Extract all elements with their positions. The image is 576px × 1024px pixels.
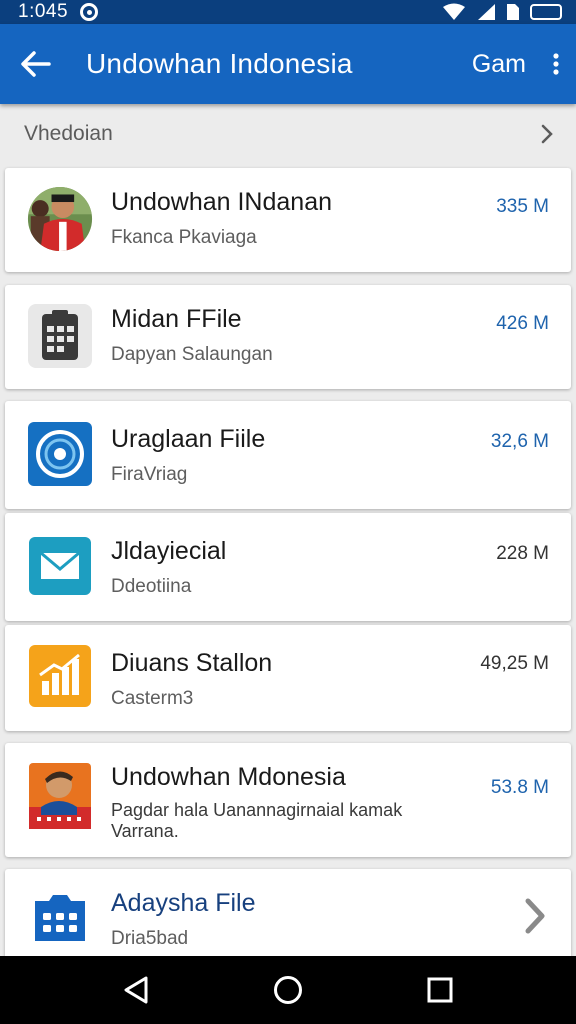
status-left: 1:045: [18, 1, 99, 23]
app-bar: Undowhan Indonesia Gam: [0, 24, 576, 104]
more-options-button[interactable]: [536, 24, 576, 104]
list-item-title: Undowhan Mdonesia: [111, 763, 346, 791]
list-item-text: Diuans Stallon Casterm3: [111, 649, 461, 710]
list-item[interactable]: Midan FFile Dapyan Salaungan 426 M: [5, 285, 571, 389]
file-size: 426 M: [496, 313, 549, 334]
list-item-text: Jldayiecial Ddeotiina: [111, 537, 461, 598]
page-title: Undowhan Indonesia: [86, 48, 353, 79]
bar-chart-icon: [27, 643, 93, 709]
profile-photo-icon: [27, 186, 93, 252]
wifi-icon: [443, 3, 465, 20]
list-item[interactable]: Adaysha File Dria5bad: [5, 869, 571, 959]
status-time: 1:045: [18, 1, 69, 22]
list-item-subtitle: Pagdar hala Uanannagirnaial kamak: [111, 800, 403, 820]
mail-icon: [27, 533, 93, 599]
list-item[interactable]: Diuans Stallon Casterm3 49,25 M: [5, 625, 571, 731]
cartoon-avatar-icon: [27, 763, 93, 829]
list-item-text: Undowhan Mdonesia Pagdar hala Uanannagir…: [111, 763, 481, 842]
notification-icon: [80, 3, 99, 21]
list-item-title: Jldayiecial: [111, 537, 227, 565]
nav-recents-button[interactable]: [410, 960, 470, 1020]
file-size: 228 M: [496, 543, 549, 564]
list-item-text: Midan FFile Dapyan Salaungan: [111, 305, 461, 366]
list-item-title: Midan FFile: [111, 305, 242, 333]
status-bar: 1:045: [0, 0, 576, 24]
list-item[interactable]: Jldayiecial Ddeotiina 228 M: [5, 513, 571, 621]
app-bar-action-button[interactable]: Gam: [472, 50, 526, 79]
list-item-title: Adaysha File: [111, 889, 256, 917]
signal-icon: [478, 4, 495, 20]
list-item-text: Uraglaan Fiile FiraVriag: [111, 425, 461, 486]
section-label: Vhedoian: [24, 122, 113, 145]
more-vert-icon: [553, 53, 559, 75]
list-item[interactable]: Undowhan INdanan Fkanca Pkaviaga 335 M: [5, 168, 571, 272]
sim-icon: [507, 4, 519, 20]
list-item-subtitle: Casterm3: [111, 688, 194, 709]
list-item[interactable]: Uraglaan Fiile FiraVriag 32,6 M: [5, 401, 571, 509]
list-item-text: Adaysha File Dria5bad: [111, 889, 461, 950]
list-item-subtitle: Fkanca Pkaviaga: [111, 227, 257, 248]
back-button[interactable]: [0, 24, 72, 104]
status-right: [442, 3, 562, 21]
chevron-right-icon[interactable]: [523, 897, 547, 935]
arrow-left-icon: [21, 51, 51, 77]
file-size: 32,6 M: [490, 431, 549, 452]
list-item-subtitle: FiraVriag: [111, 464, 188, 485]
list-item-subtitle: Dria5bad: [111, 928, 189, 949]
chevron-right-icon: [541, 124, 553, 144]
nav-back-button[interactable]: [106, 960, 166, 1020]
list-item-title: Uraglaan Fiile: [111, 425, 266, 453]
triangle-back-icon: [124, 976, 148, 1004]
list-item-subtitle-continued: Varrana.: [111, 821, 179, 841]
list-item-text: Undowhan INdanan Fkanca Pkaviaga: [111, 188, 461, 249]
section-header[interactable]: Vhedoian: [0, 104, 576, 164]
square-recents-icon: [427, 977, 453, 1003]
list-item-subtitle: Ddeotiina: [111, 576, 192, 597]
list-item-subtitle: Dapyan Salaungan: [111, 344, 273, 365]
nav-home-button[interactable]: [258, 960, 318, 1020]
file-size: 49,25 M: [480, 653, 549, 674]
list-item-title: Undowhan INdanan: [111, 188, 332, 216]
folder-apps-icon: [27, 885, 93, 951]
file-size: 53.8 M: [490, 777, 549, 798]
list-item-title: Diuans Stallon: [111, 649, 273, 677]
battery-icon: [530, 4, 562, 20]
calendar-icon: [27, 303, 93, 369]
list-item[interactable]: Undowhan Mdonesia Pagdar hala Uanannagir…: [5, 743, 571, 857]
file-size: 335 M: [496, 196, 549, 217]
circle-home-icon: [274, 976, 302, 1004]
system-navigation-bar: [0, 956, 576, 1024]
target-icon: [27, 421, 93, 487]
